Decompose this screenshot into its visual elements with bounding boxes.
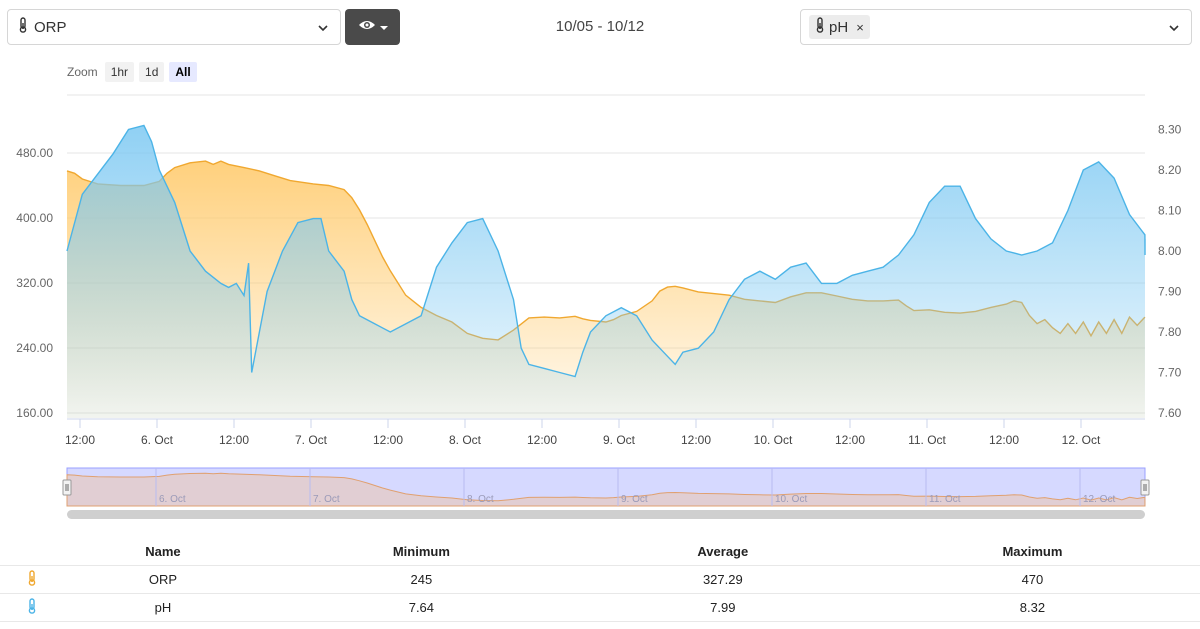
row-average: 327.29 — [580, 565, 865, 594]
table-header-row: Name Minimum Average Maximum — [0, 538, 1200, 566]
x-tick-label: 12:00 — [989, 433, 1019, 447]
row-minimum: 245 — [261, 565, 581, 594]
sensor-chart: 160.00 240.00 320.00 400.00 480.00 7.60 7.70 7.… — [16, 94, 1182, 519]
x-tick-label: 11. Oct — [908, 433, 946, 447]
y-left-tick-label: 480.00 — [16, 146, 53, 160]
x-tick-label: 12:00 — [681, 433, 711, 447]
navigator-right-handle[interactable] — [1140, 479, 1150, 496]
y-right-tick-label: 8.20 — [1158, 163, 1182, 177]
x-tick-label: 8. Oct — [449, 433, 482, 447]
navigator-scrollbar[interactable] — [67, 510, 1145, 519]
x-tick-label: 12:00 — [373, 433, 403, 447]
row-name: pH — [64, 593, 262, 622]
x-tick-label: 12:00 — [835, 433, 865, 447]
row-minimum: 7.64 — [261, 593, 581, 622]
row-maximum: 470 — [864, 565, 1200, 594]
navigator-label: 7. Oct — [313, 494, 340, 505]
navigator-label: 10. Oct — [775, 494, 807, 505]
stats-table: Name Minimum Average Maximum ORP 245 327… — [0, 538, 1200, 622]
navigator-label: 8. Oct — [467, 494, 494, 505]
x-tick-label: 12:00 — [527, 433, 557, 447]
navigator-label: 12. Oct — [1083, 494, 1115, 505]
navigator-label: 6. Oct — [159, 494, 186, 505]
x-tick-label: 6. Oct — [141, 433, 174, 447]
header-name: Name — [64, 538, 262, 566]
navigator-left-handle[interactable] — [62, 479, 72, 496]
y-right-tick-label: 7.60 — [1158, 406, 1182, 420]
header-average: Average — [580, 538, 865, 566]
x-tick-label: 12. Oct — [1062, 433, 1101, 447]
y-left-tick-label: 160.00 — [16, 406, 53, 420]
table-row: ORP 245 327.29 470 — [0, 565, 1200, 594]
header-maximum: Maximum — [864, 538, 1200, 566]
row-maximum: 8.32 — [864, 593, 1200, 622]
y-right-tick-label: 7.70 — [1158, 366, 1182, 380]
thermometer-icon — [27, 597, 37, 617]
navigator-label: 9. Oct — [621, 494, 648, 505]
header-minimum: Minimum — [261, 538, 581, 566]
y-right-tick-label: 8.00 — [1158, 244, 1182, 258]
y-left-tick-label: 320.00 — [16, 276, 53, 290]
x-tick-label: 9. Oct — [603, 433, 636, 447]
navigator[interactable]: 6. Oct 7. Oct 8. Oct 9. Oct 10. Oct 11. Oct 12… — [62, 467, 1150, 519]
y-right-tick-label: 7.80 — [1158, 325, 1182, 339]
x-tick-label: 10. Oct — [754, 433, 793, 447]
y-right-tick-label: 7.90 — [1158, 285, 1182, 299]
y-right-tick-label: 8.30 — [1158, 123, 1182, 137]
navigator-label: 11. Oct — [929, 494, 961, 505]
table-row: pH 7.64 7.99 8.32 — [0, 593, 1200, 622]
y-right-tick-label: 8.10 — [1158, 204, 1182, 218]
y-left-tick-label: 400.00 — [16, 211, 53, 225]
row-average: 7.99 — [580, 593, 865, 622]
x-tick-label: 7. Oct — [295, 433, 328, 447]
x-tick-label: 12:00 — [219, 433, 249, 447]
y-left-tick-label: 240.00 — [16, 341, 53, 355]
x-tick-label: 12:00 — [65, 433, 95, 447]
thermometer-icon — [27, 569, 37, 589]
row-name: ORP — [64, 565, 262, 594]
